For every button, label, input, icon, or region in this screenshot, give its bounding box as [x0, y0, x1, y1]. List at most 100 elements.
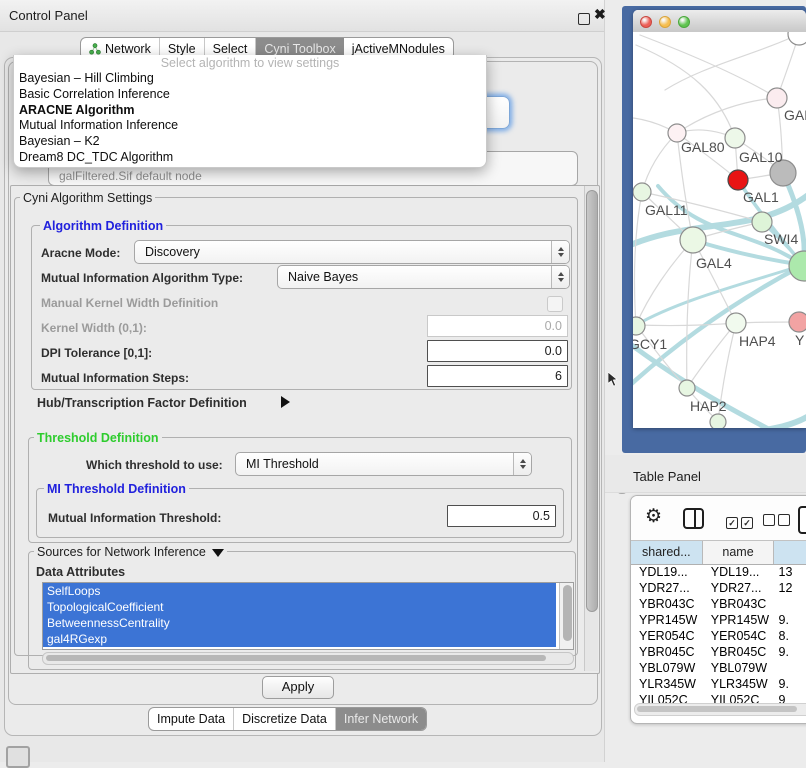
mi-threshold-field[interactable]: 0.5 [447, 505, 556, 527]
node-label: SWI4 [764, 231, 798, 247]
dpi-tolerance-field[interactable]: 0.0 [427, 340, 568, 362]
network-node[interactable] [710, 414, 726, 428]
tab-label: Impute Data [157, 712, 225, 726]
dropdown-item-basic-correlation-inference[interactable]: Basic Correlation Inference [14, 87, 486, 103]
list-hscrollbar-thumb[interactable] [46, 655, 546, 662]
manual-kernel-checkbox[interactable] [547, 296, 563, 312]
table-row[interactable]: YPR145WYPR145W9. [631, 612, 806, 628]
kernel-width-field[interactable]: 0.0 [427, 315, 568, 337]
which-threshold-combo[interactable]: MI Threshold [235, 452, 532, 476]
table-row[interactable]: YBR045CYBR045C9. [631, 644, 806, 660]
control-panel-titlebar: Control Panel ✖ [0, 0, 604, 32]
minimize-window-icon[interactable] [659, 16, 671, 28]
network-edge [677, 98, 777, 133]
dropdown-item-dream8-dc-tdc-algorithm[interactable]: Dream8 DC_TDC Algorithm [14, 150, 486, 166]
hub-section-label[interactable]: Hub/Transcription Factor Definition [37, 396, 247, 410]
select-all-checks-icon[interactable]: ✓✓ [726, 513, 756, 531]
column-header-name[interactable]: name [703, 541, 775, 564]
manual-kernel-label: Manual Kernel Width Definition [41, 296, 218, 310]
network-node-gal[interactable] [767, 88, 787, 108]
table-cell [775, 660, 806, 676]
mi-type-combo[interactable]: Naive Bayes [277, 265, 570, 289]
table-cell: YDL19... [631, 564, 703, 580]
table-row[interactable]: YDL19...YDL19...13 [631, 564, 806, 580]
columns-icon[interactable] [683, 508, 704, 529]
aracne-mode-combo[interactable]: Discovery [134, 240, 570, 264]
bottom-tab-discretize-data[interactable]: Discretize Data [234, 708, 336, 730]
network-node-hap2[interactable] [679, 380, 695, 396]
table-row[interactable]: YBR043CYBR043C [631, 596, 806, 612]
list-scrollbar-thumb[interactable] [563, 585, 572, 641]
node-label: GAL10 [739, 149, 783, 165]
attribute-item-gal4rgexp[interactable]: gal4RGexp [43, 631, 556, 647]
gear-icon[interactable]: ⚙ [645, 505, 662, 528]
node-label: GCY1 [633, 336, 667, 352]
dropdown-placeholder: Select algorithm to view settings [14, 55, 486, 71]
network-node-gal10[interactable] [725, 128, 745, 148]
network-node[interactable] [788, 32, 806, 45]
table-row[interactable]: YBL079WYBL079W [631, 660, 806, 676]
close-panel-icon[interactable]: ✖ [594, 6, 606, 23]
table-cell: YER054C [631, 628, 703, 644]
panel-title: Control Panel [9, 8, 88, 23]
table-cell: 9 [775, 692, 806, 703]
network-node[interactable] [789, 251, 806, 281]
attribute-item-topologicalcoefficient[interactable]: TopologicalCoefficient [43, 599, 556, 615]
network-edge [665, 34, 799, 90]
network-node-gal4[interactable] [680, 227, 706, 253]
mi-steps-field[interactable]: 6 [427, 365, 568, 387]
network-window-titlebar[interactable] [633, 10, 806, 33]
algorithm-dropdown: Select algorithm to view settings Bayesi… [13, 55, 487, 168]
list-hscrollbar-track[interactable] [42, 652, 574, 665]
dropdown-item-mutual-information-inference[interactable]: Mutual Information Inference [14, 118, 486, 134]
network-node-gcy1[interactable] [633, 317, 645, 335]
network-node-hap4[interactable] [726, 313, 746, 333]
attribute-item-betweennesscentrality[interactable]: BetweennessCentrality [43, 615, 556, 631]
network-node-gal11[interactable] [633, 183, 651, 201]
data-attributes-list[interactable]: SelfLoopsTopologicalCoefficientBetweenne… [42, 582, 574, 650]
deselect-all-checks-icon[interactable] [763, 513, 793, 531]
application-window: Control Panel ✖ NetworkStyleSelectCyni T… [0, 0, 806, 762]
table-row[interactable]: YIL052CYIL052C9 [631, 692, 806, 703]
minimized-panel-icon[interactable] [6, 746, 30, 768]
table-cell: YDL19... [703, 564, 775, 580]
table-cell: YDR27... [631, 580, 703, 596]
table-row[interactable]: YER054CYER054C8. [631, 628, 806, 644]
bottom-tab-impute-data[interactable]: Impute Data [149, 708, 234, 730]
dropdown-item-aracne-algorithm[interactable]: ARACNE Algorithm [14, 103, 486, 119]
sources-group-title[interactable]: Sources for Network Inference [34, 545, 227, 559]
attribute-item-selfloops[interactable]: SelfLoops [43, 583, 556, 599]
table-toolbar: ⚙ ✓✓ [631, 496, 806, 540]
combo-arrows-icon[interactable] [513, 453, 531, 475]
dropdown-item-bayesian-k2[interactable]: Bayesian – K2 [14, 134, 486, 150]
mi-type-value: Naive Bayes [278, 270, 551, 284]
network-icon [89, 43, 101, 55]
table-cell: YLR345W [631, 676, 703, 692]
table-row[interactable]: YLR345WYLR345W9. [631, 676, 806, 692]
table-hscrollbar-track[interactable] [634, 703, 806, 716]
tab-label: Cyni Toolbox [264, 42, 335, 56]
network-window: GALGAL80GAL10GAL1GAL11SWI4GAL4GCY1HAP4YH… [633, 10, 806, 428]
list-scrollbar-track[interactable] [559, 583, 573, 649]
float-panel-icon[interactable] [578, 13, 590, 25]
dropdown-item-bayesian-hill-climbing[interactable]: Bayesian – Hill Climbing [14, 71, 486, 87]
column-header-shared[interactable]: shared... [631, 541, 703, 564]
table-cell: YBR043C [703, 596, 775, 612]
combo-arrows-icon[interactable] [551, 241, 569, 263]
settings-scrollbar-thumb[interactable] [586, 190, 598, 612]
table-hscrollbar-thumb[interactable] [637, 706, 797, 713]
table-function-icon[interactable] [798, 506, 806, 534]
network-canvas[interactable]: GALGAL80GAL10GAL1GAL11SWI4GAL4GCY1HAP4YH… [633, 32, 806, 428]
column-header-col3[interactable] [774, 541, 806, 564]
close-window-icon[interactable] [640, 16, 652, 28]
bottom-tab-infer-network[interactable]: Infer Network [336, 708, 426, 730]
zoom-window-icon[interactable] [678, 16, 690, 28]
expand-arrow-icon[interactable] [281, 396, 290, 408]
network-node-y[interactable] [789, 312, 806, 332]
network-node-gal1[interactable] [728, 170, 748, 190]
table-cell: 9. [775, 644, 806, 660]
combo-arrows-icon[interactable] [551, 266, 569, 288]
table-row[interactable]: YDR27...YDR27...12 [631, 580, 806, 596]
network-node-swi4[interactable] [752, 212, 772, 232]
apply-button[interactable]: Apply [262, 676, 334, 699]
